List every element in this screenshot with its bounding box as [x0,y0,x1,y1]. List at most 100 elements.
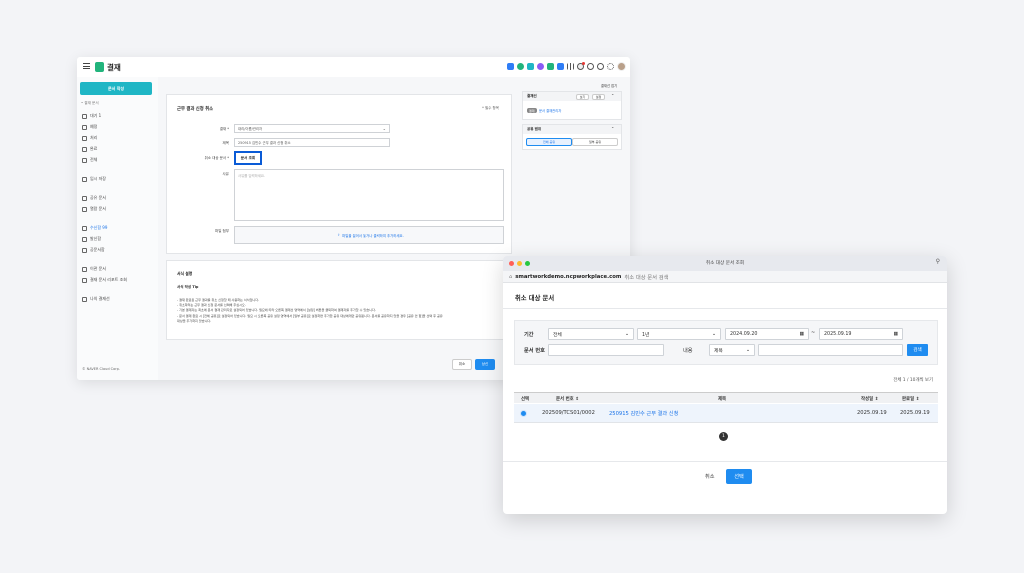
chat-icon[interactable] [517,63,524,70]
app-header: 결재 [77,57,630,77]
chevron-down-icon: ⌄ [711,331,716,337]
report-icon [82,277,87,283]
approver-tag: 결재 [527,108,537,113]
settings-icon[interactable] [607,63,614,70]
content-search-input[interactable] [758,344,903,356]
avatar[interactable] [617,62,626,71]
sidebar-item-processed[interactable]: 처리 [82,135,97,141]
copyright: © NAVER Cloud Corp. [82,367,121,371]
sidebar-item-report[interactable]: 결재 문서 리포트 조회 [82,277,127,283]
write-document-button[interactable]: 문서 작성 [80,82,152,95]
collapse-approval-line-button[interactable]: 결재선 접기 [595,81,623,89]
sidebar-item-sent[interactable]: 발신함 [82,236,101,242]
period-label: 기간 [524,332,534,338]
official-document-icon [82,247,87,253]
lock-icon: ⌂ [509,273,513,280]
col-docno[interactable]: 문서 번호 ⇕ [556,396,579,402]
sidebar-item-received[interactable]: 수신함 99 [82,225,107,231]
content-field-select[interactable]: 제목 ⌄ [709,344,755,356]
upload-icon: ⇪ [337,233,341,237]
sidebar-item-my-approval-line[interactable]: 나의 결재선 [82,296,110,302]
calendar-icon[interactable]: ▦ [799,332,804,337]
sidebar-item-waiting[interactable]: 대기 1 [82,113,101,119]
col-subject: 제목 [718,397,727,402]
sidebar-item-shared[interactable]: 공유 문서 [82,195,106,201]
apps-grid-icon[interactable] [567,63,574,70]
subject-input[interactable]: 250915 김민수 근무 결과 신청 취소 [234,138,390,147]
subject-label: 제목 [222,141,229,145]
period-select[interactable]: 전체 ⌄ [548,328,634,340]
home-icon[interactable] [507,63,514,70]
range-select[interactable]: 1년 ⌄ [637,328,721,340]
table-row[interactable]: 202509/TCS01/0002 250915 김민수 근무 결과 신청 20… [514,404,938,423]
results-per-page-select[interactable]: 전체 1 / 10개씩 보기 [893,377,933,383]
reason-textarea[interactable]: 사유를 입력하세요. [234,169,504,221]
table-header: 선택 문서 번호 ⇕ 제목 작성일 ⇕ 완료일 ⇕ [514,392,938,403]
docno-input[interactable] [548,344,664,356]
required-note: * 필수 항목 [482,106,499,110]
doc-type-select[interactable]: 대리/이름/관리자 ⌄ [234,124,390,133]
users-icon[interactable] [587,63,594,70]
approver-name[interactable]: 문서 결재관리자 [539,108,561,113]
form-card: 근무 결과 신청 취소 * 필수 항목 결재 * 대리/이름/관리자 ⌄ 제목 2… [166,94,512,254]
approval-line-icon [82,296,87,302]
dialog-select-button[interactable]: 선택 [726,469,752,484]
target-doc-label: 취소 대상 문서 * [204,156,229,160]
chevron-up-icon[interactable]: ⌃ [611,126,614,131]
sidebar-item-scheduled[interactable]: 예정 [82,124,97,130]
app-logo-icon [95,62,104,72]
sidebar-item-drafts[interactable]: 임시 저장 [82,176,106,182]
share-partial-option[interactable]: 일부 공유 [572,138,618,146]
menu-icon[interactable] [83,63,90,69]
send-icon [82,236,87,242]
bell-icon[interactable] [577,62,585,70]
calendar-icon[interactable] [537,63,544,70]
sidebar-item-completed[interactable]: 완료 [82,146,97,152]
row-subject[interactable]: 250915 김민수 근무 결과 신청 [609,410,678,417]
file-dropzone[interactable]: ⇪ 파일을 끌어서 놓거나 클릭하여 추가하세요. [234,226,504,244]
pin-icon[interactable]: ⚲ [936,258,940,265]
url-domain: smartworkdemo.ncpworkplace.com [515,273,622,280]
mail-icon[interactable] [527,63,534,70]
chevron-down-icon: ⌄ [382,126,386,131]
page-current[interactable]: 1 [719,432,728,441]
clock-icon [82,124,87,130]
filter-panel: 기간 전체 ⌄ 1년 ⌄ 2024.09.20 ▦ ~ 2025.09.19 ▦ 문서 … [514,320,938,365]
description-line: 대상을 추가하지 않습니다. [177,318,212,323]
date-from-input[interactable]: 2024.09.20 ▦ [725,328,809,340]
sidebar-item-official[interactable]: 공문서함 [82,247,105,253]
submit-button[interactable]: 상신 [475,359,495,370]
document-lookup-dialog: 취소 대상 문서 조회 ⚲ ⌂ smartworkdemo.ncpworkpla… [503,256,947,514]
help-icon[interactable] [597,63,604,70]
receive-icon [82,225,87,231]
dialog-cancel-button[interactable]: 취소 [705,473,715,480]
docno-label: 문서 번호 [524,348,545,354]
sidebar-item-viewed[interactable]: 열람 문서 [82,206,106,212]
row-radio[interactable] [520,410,527,417]
sidebar-item-transferred[interactable]: 이관 문서 [82,266,106,272]
col-created[interactable]: 작성일 ⇕ [861,396,878,402]
share-all-option[interactable]: 전체 공유 [526,138,572,146]
dialog-heading: 취소 대상 문서 [515,295,555,302]
documents-icon [82,157,87,163]
dialog-address-bar: ⌂ smartworkdemo.ncpworkplace.com 취소 대상 문… [503,271,947,283]
chevron-up-icon[interactable]: ⌃ [611,93,614,98]
share-scope-card: 공유 범위 ⌃ 전체 공유 일부 공유 [522,124,622,150]
date-separator: ~ [811,330,816,336]
approval-icon[interactable] [547,63,554,70]
approval-settings-button[interactable]: 설정 [592,93,605,100]
sidebar-item-all[interactable]: 전체 [82,157,97,163]
drive-icon[interactable] [557,63,564,70]
chevron-down-icon: ⌄ [624,331,629,337]
date-to-input[interactable]: 2025.09.19 ▦ [819,328,903,340]
col-select: 선택 [521,397,530,402]
calendar-icon[interactable]: ▦ [893,332,898,337]
document-lookup-button[interactable]: 문서 조회 [234,151,262,165]
search-button[interactable]: 검색 [907,344,928,356]
cancel-button[interactable]: 취소 [452,359,472,370]
attach-label: 파일 첨부 [215,229,229,233]
reason-label: 사유 [222,172,229,176]
approval-view-button[interactable]: 보기 [576,93,589,100]
col-completed[interactable]: 완료일 ⇕ [902,396,919,402]
description-title: 서식 설명 [177,271,193,276]
